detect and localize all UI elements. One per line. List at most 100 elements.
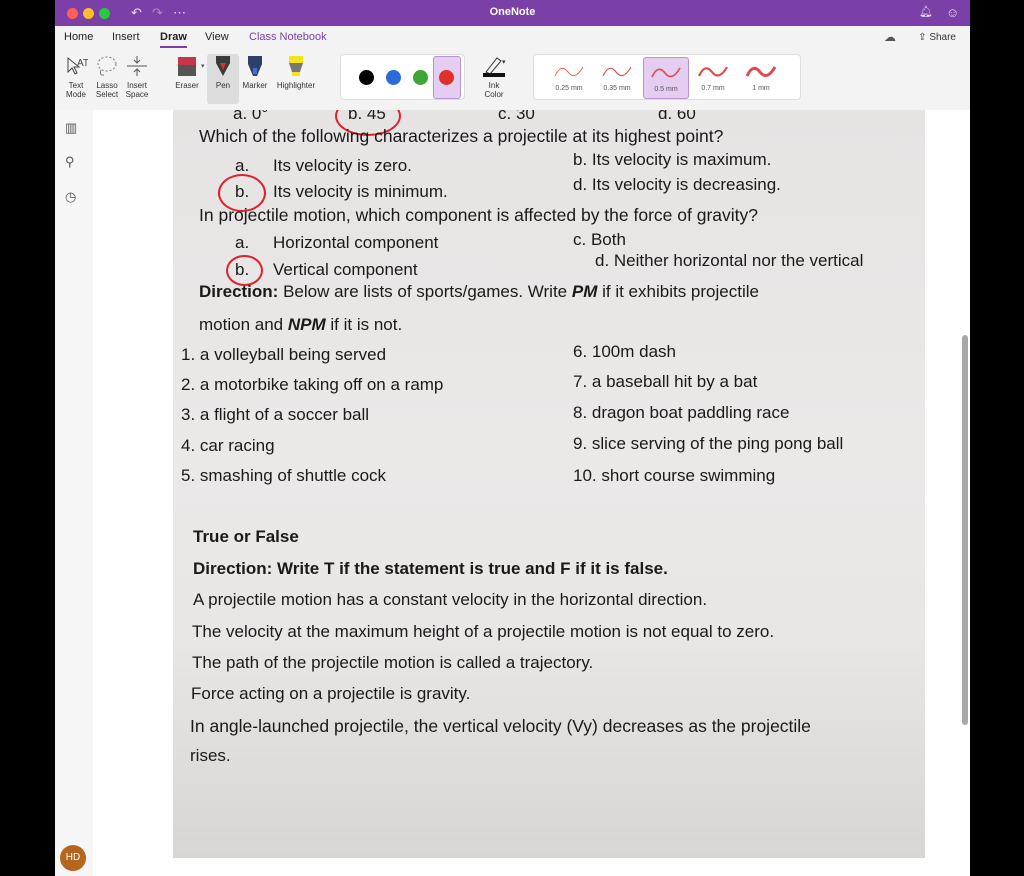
title-bar: ↶ ↷ ⋯ OneNote 🔔︎ ☺ [55, 0, 970, 26]
search-icon[interactable]: ⚲ [65, 154, 75, 170]
smiley-icon[interactable]: ☺ [946, 5, 959, 20]
direction-text: if it exhibits projectile [602, 282, 759, 301]
eraser-dropdown-icon[interactable]: ▾ [201, 62, 205, 71]
size-label: 0.5 mm [654, 86, 678, 93]
worksheet-image: a. 0° b. 45 c. 30 d. 60 Which of the fol… [173, 110, 925, 858]
pen-color-palette [340, 54, 465, 100]
stroke-thickest-icon [745, 66, 777, 78]
color-red[interactable] [439, 70, 454, 85]
left-sidebar: ▥ ⚲ ◷ HD [55, 110, 94, 876]
share-button[interactable]: ⇪ Share [918, 32, 956, 43]
sport-item: 9. slice serving of the ping pong ball [573, 434, 844, 453]
marker-icon [239, 54, 271, 78]
tab-insert[interactable]: Insert [112, 31, 140, 43]
lasso-icon [91, 54, 123, 78]
menu-tabs: Home Insert Draw View Class Notebook ☁ ⇪… [55, 26, 970, 48]
size-0-35[interactable]: 0.35 mm [595, 57, 639, 97]
recent-icon[interactable]: ◷ [65, 189, 76, 205]
sport-item: 8. dragon boat paddling race [573, 403, 790, 422]
insert-space-label: Insert Space [125, 81, 149, 99]
pen-icon [207, 54, 239, 78]
stroke-thin-icon [554, 66, 584, 77]
tf-statement: The velocity at the maximum height of a … [192, 622, 775, 641]
color-black[interactable] [359, 70, 374, 85]
color-green[interactable] [413, 70, 428, 85]
direction-1-line-1: Direction: Below are lists of sports/gam… [199, 282, 759, 302]
svg-text:▾: ▾ [502, 59, 506, 66]
avatar[interactable]: HD [60, 845, 86, 871]
vertical-scrollbar[interactable] [962, 335, 968, 725]
page-canvas[interactable]: a. 0° b. 45 c. 30 d. 60 Which of the fol… [93, 110, 970, 876]
pm-label: PM [571, 282, 598, 301]
insert-space-button[interactable]: Insert Space [121, 54, 153, 99]
share-icon: ⇪ [918, 32, 927, 43]
eraser-icon: ▾ [171, 54, 205, 78]
window-title: OneNote [489, 6, 536, 18]
size-label: 0.25 mm [555, 85, 583, 92]
sport-item: 1. a volleyball being served [181, 345, 387, 364]
q2-option-a: Horizontal component [273, 233, 439, 252]
prev-option-a: a. 0° [233, 110, 269, 123]
highlighter-icon [275, 54, 317, 78]
notebooks-icon[interactable]: ▥ [65, 120, 77, 136]
sport-item: 10. short course swimming [573, 466, 776, 485]
size-label: 0.35 mm [603, 85, 631, 92]
marker-button[interactable]: Marker [239, 54, 271, 90]
true-false-direction: Direction: Write T if the statement is t… [193, 559, 668, 578]
text-mode-icon: AT [60, 54, 92, 78]
lasso-select-button[interactable]: Lasso Select [91, 54, 123, 99]
ink-color-label: Ink Color [484, 81, 504, 99]
pen-size-palette: 0.25 mm 0.35 mm 0.5 mm 0.7 mm 1 mm [533, 54, 801, 100]
eraser-label: Eraser [175, 81, 199, 90]
svg-text:AT: AT [77, 58, 88, 69]
tab-draw[interactable]: Draw [160, 31, 187, 48]
text-mode-button[interactable]: AT Text Mode [60, 54, 92, 99]
q2-option-b: Vertical component [273, 260, 418, 279]
question-2: In projectile motion, which component is… [199, 205, 759, 225]
size-0-7[interactable]: 0.7 mm [691, 57, 735, 97]
marker-label: Marker [242, 81, 268, 90]
sport-item: 7. a baseball hit by a bat [573, 372, 758, 391]
stroke-thick-icon [698, 66, 728, 77]
tf-statement: Force acting on a projectile is gravity. [191, 684, 471, 703]
sport-item: 3. a flight of a soccer ball [181, 405, 370, 424]
size-0-5[interactable]: 0.5 mm [643, 57, 689, 99]
tab-view[interactable]: View [205, 31, 229, 43]
ink-color-icon: ▾ [475, 54, 513, 78]
tf-statement: rises. [190, 746, 231, 765]
size-0-25[interactable]: 0.25 mm [547, 57, 591, 97]
ink-color-button[interactable]: ▾ Ink Color [475, 54, 513, 99]
tf-statement: The path of the projectile motion is cal… [192, 653, 594, 672]
q1-option-a: Its velocity is zero. [273, 156, 412, 175]
bell-icon[interactable]: 🔔︎ [919, 5, 933, 18]
sport-item: 4. car racing [181, 436, 275, 455]
pen-label: Pen [215, 81, 231, 90]
sport-item: 2. a motorbike taking off on a ramp [181, 375, 444, 394]
npm-label: NPM [287, 315, 326, 334]
size-label: 0.7 mm [701, 85, 725, 92]
q2-option-c: c. Both [573, 230, 626, 249]
pen-button[interactable]: Pen [207, 54, 239, 104]
onenote-window: ↶ ↷ ⋯ OneNote 🔔︎ ☺ Home Insert Draw View… [55, 0, 970, 876]
insert-space-icon [121, 54, 153, 78]
tab-home[interactable]: Home [64, 31, 93, 43]
direction-text: if it is not. [330, 315, 403, 334]
q1-option-a-label: a. [235, 156, 250, 175]
lasso-select-label: Lasso Select [95, 81, 119, 99]
prev-option-d: d. 60 [658, 110, 696, 123]
share-label: Share [929, 32, 956, 43]
highlighter-label: Highlighter [276, 81, 316, 90]
question-1: Which of the following characterizes a p… [199, 126, 724, 146]
q1-option-b: Its velocity is minimum. [273, 182, 448, 201]
highlighter-button[interactable]: Highlighter [275, 54, 317, 90]
color-blue[interactable] [386, 70, 401, 85]
q1-option-d: d. Its velocity is decreasing. [573, 175, 781, 194]
tf-statement: A projectile motion has a constant veloc… [193, 590, 708, 609]
size-1[interactable]: 1 mm [739, 57, 783, 97]
stroke-medium-icon [651, 67, 681, 78]
sync-icon[interactable]: ☁ [884, 30, 896, 44]
tab-class-notebook[interactable]: Class Notebook [249, 31, 327, 43]
text-mode-label: Text Mode [65, 81, 86, 99]
direction-text: motion and [199, 315, 284, 334]
eraser-button[interactable]: ▾ Eraser [171, 54, 205, 90]
